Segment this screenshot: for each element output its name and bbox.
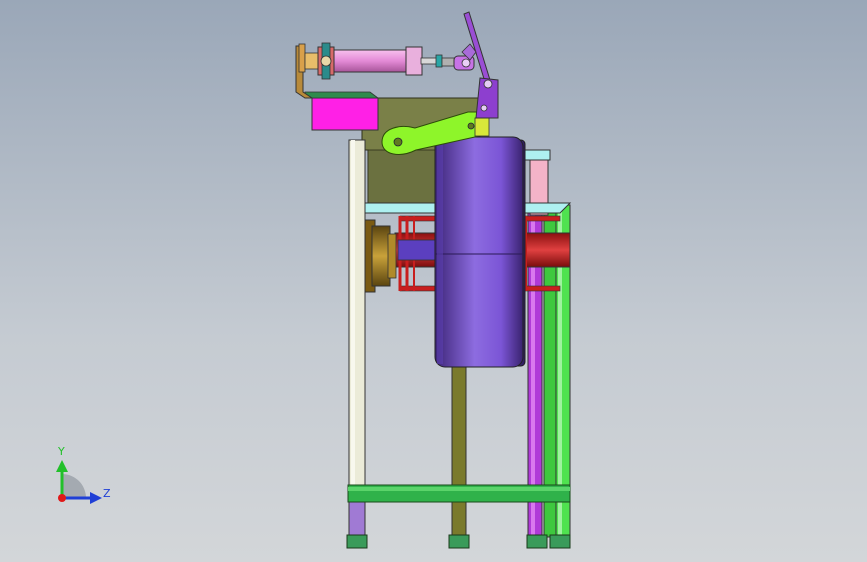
magenta-block-icon xyxy=(304,91,380,131)
cylinder-mount-bracket-icon xyxy=(295,43,314,99)
cad-model-view[interactable]: Y Z xyxy=(0,0,867,562)
purple-drum-icon xyxy=(434,136,526,368)
feet-icon xyxy=(346,534,571,549)
pneumatic-cylinder-icon xyxy=(304,42,443,80)
base-crossbar-icon xyxy=(347,484,571,503)
bronze-hub-icon xyxy=(364,219,397,293)
z-axis-label: Z xyxy=(103,487,111,500)
y-axis-label: Y xyxy=(57,445,65,458)
3d-viewport[interactable]: Y Z xyxy=(0,0,867,562)
axis-triad-icon xyxy=(56,460,102,504)
